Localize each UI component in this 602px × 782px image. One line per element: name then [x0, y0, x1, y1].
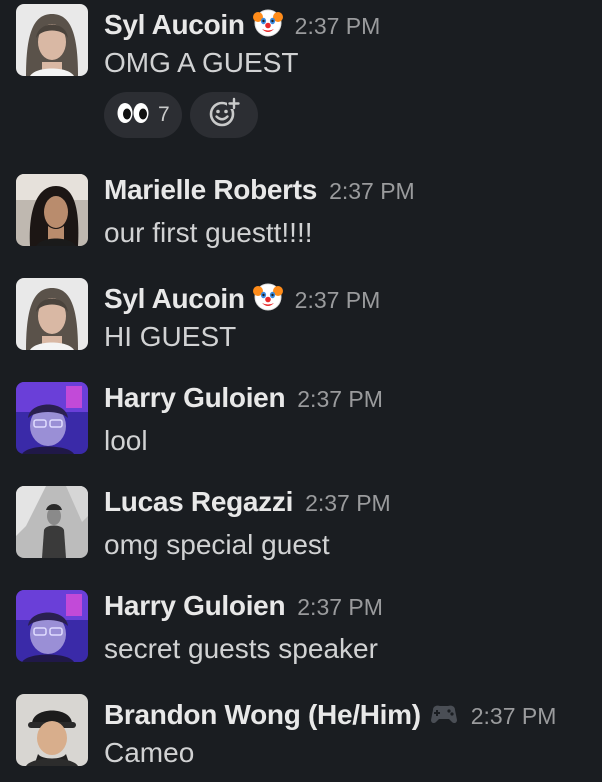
eyes-emoji-icon [116, 102, 150, 129]
avatar[interactable] [16, 694, 88, 766]
timestamp[interactable]: 2:37 PM [471, 703, 557, 730]
message-text: Cameo [104, 737, 195, 768]
add-reaction-icon [207, 96, 241, 135]
avatar[interactable] [16, 382, 88, 454]
avatar[interactable] [16, 486, 88, 558]
reaction-bar: 7 [104, 92, 594, 138]
reaction-pill[interactable]: 7 [104, 92, 182, 138]
message-text: secret guests speaker [104, 633, 378, 664]
message-text: omg special guest [104, 529, 330, 560]
avatar[interactable] [16, 590, 88, 662]
author-name[interactable]: Marielle Roberts [104, 174, 317, 206]
message-text: lool [104, 425, 148, 456]
message-text: OMG A GUEST [104, 47, 299, 78]
author-name[interactable]: Harry Guloien [104, 382, 286, 414]
avatar[interactable] [16, 174, 88, 246]
timestamp[interactable]: 2:37 PM [305, 490, 391, 517]
timestamp[interactable]: 2:37 PM [295, 13, 381, 40]
message-feed: Syl Aucoin 2:37 PM OMG A GUEST 7 Mariell… [0, 0, 602, 782]
clown-face-icon [252, 282, 283, 312]
message-text: HI GUEST [104, 321, 237, 352]
avatar[interactable] [16, 278, 88, 350]
timestamp[interactable]: 2:37 PM [297, 386, 383, 413]
author-name[interactable]: Syl Aucoin [104, 9, 245, 41]
message-text: our first guestt!!!! [104, 217, 313, 248]
author-name[interactable]: Brandon Wong (He/Him) [104, 699, 421, 731]
author-name[interactable]: Harry Guloien [104, 590, 286, 622]
add-reaction-button[interactable] [189, 92, 258, 138]
timestamp[interactable]: 2:37 PM [297, 594, 383, 621]
clown-face-icon [252, 8, 283, 38]
reaction-count: 7 [158, 103, 170, 126]
timestamp[interactable]: 2:37 PM [295, 287, 381, 314]
timestamp[interactable]: 2:37 PM [329, 178, 415, 205]
author-name[interactable]: Lucas Regazzi [104, 486, 293, 518]
author-name[interactable]: Syl Aucoin [104, 283, 245, 315]
avatar[interactable] [16, 4, 88, 76]
game-controller-icon [429, 698, 459, 728]
